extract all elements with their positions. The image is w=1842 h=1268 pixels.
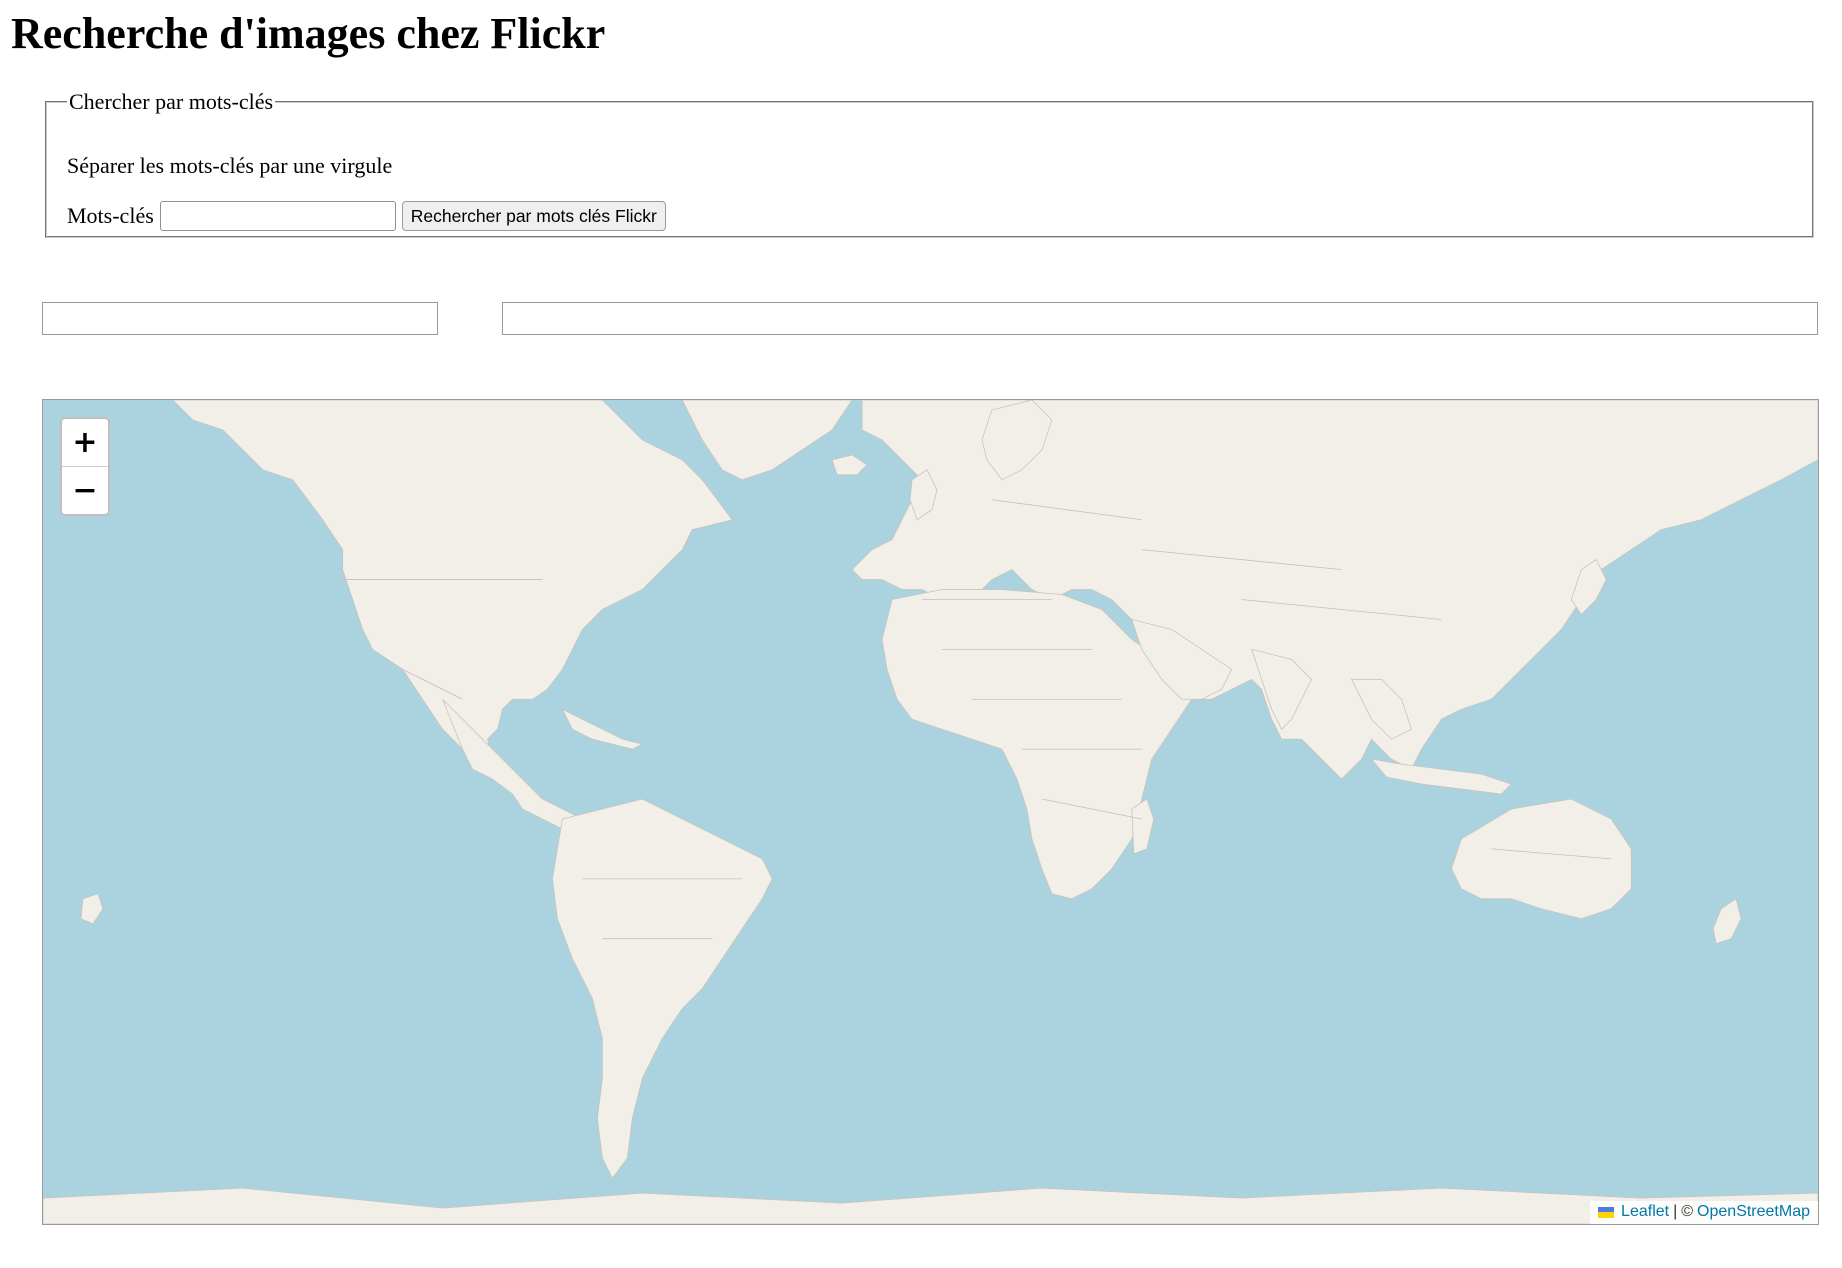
world-map[interactable]: + − Leaflet | © OpenStreetMap [42,399,1819,1225]
keyword-hint: Séparer les mots-clés par une virgule [67,153,393,178]
map-tiles[interactable] [43,400,1818,1224]
page-title: Recherche d'images chez Flickr [11,9,606,58]
openstreetmap-link[interactable]: OpenStreetMap [1697,1203,1810,1221]
result-box-left [42,302,438,335]
attribution-separator: | [1673,1203,1678,1220]
copyright-symbol: © [1681,1203,1694,1220]
map-attribution: Leaflet | © OpenStreetMap [1590,1201,1818,1224]
page: Recherche d'images chez Flickr Chercher … [0,0,1842,1268]
keywords-input[interactable] [159,201,396,231]
zoom-out-button[interactable]: − [62,467,108,514]
keywords-label: Mots-clés [67,203,154,228]
ukraine-flag-icon [1598,1206,1615,1218]
keyword-row: Mots-clés Rechercher par mots clés Flick… [67,200,666,232]
result-box-right [502,302,1818,335]
flickr-search-button[interactable]: Rechercher par mots clés Flickr [401,201,666,231]
keyword-search-legend: Chercher par mots-clés [69,89,274,114]
leaflet-link[interactable]: Leaflet [1621,1203,1669,1221]
zoom-control: + − [60,417,110,516]
zoom-in-button[interactable]: + [62,419,108,467]
keyword-search-fieldset: Chercher par mots-clés Séparer les mots-… [45,90,1814,238]
